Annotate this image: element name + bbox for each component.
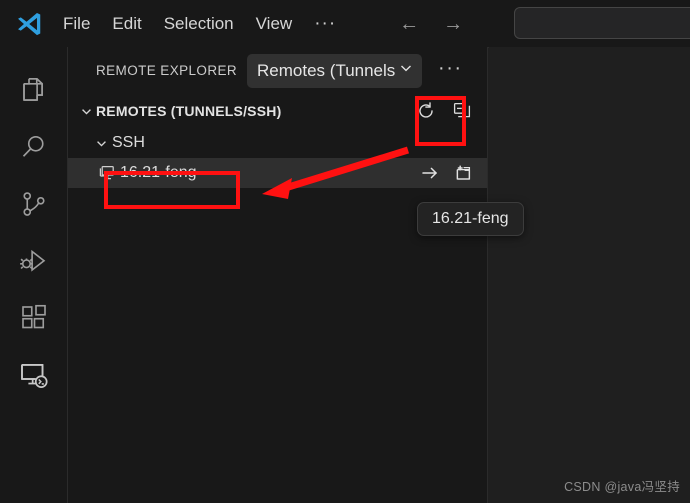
page-title: REMOTE EXPLORER (96, 63, 238, 78)
menu-item-edit[interactable]: Edit (101, 11, 152, 36)
annotation-box-tree-item (104, 171, 240, 209)
sidebar-item-explorer[interactable] (0, 61, 68, 118)
run-and-debug-icon (19, 246, 49, 276)
sidebar-item-source-control[interactable] (0, 175, 68, 232)
menu-item-selection[interactable]: Selection (153, 11, 245, 36)
explorer-files-icon (19, 75, 49, 105)
chevron-down-icon (90, 136, 112, 151)
search-icon (19, 132, 49, 162)
command-center-input[interactable] (514, 7, 690, 39)
tree-row-actions (419, 158, 475, 188)
remote-explorer-monitor-icon (18, 359, 50, 391)
editor-area (489, 47, 690, 503)
sidebar-item-extensions[interactable] (0, 289, 68, 346)
title-bar: File Edit Selection View ··· ← → (0, 0, 690, 48)
menu-item-view[interactable]: View (245, 11, 304, 36)
tree-item-label: SSH (112, 134, 145, 151)
sidebar-item-remote-explorer[interactable] (0, 346, 68, 403)
connect-arrow-icon[interactable] (419, 162, 441, 184)
more-actions-icon[interactable]: ··· (438, 58, 462, 84)
vscode-window: File Edit Selection View ··· ← → REMOTE … (0, 0, 690, 503)
navigation-arrows: ← → (399, 14, 463, 34)
section-title: REMOTES (TUNNELS/SSH) (96, 103, 282, 119)
arrow-right-icon[interactable]: → (443, 14, 463, 34)
sidebar-item-search[interactable] (0, 118, 68, 175)
activity-bar (0, 47, 68, 503)
annotation-box-refresh (415, 96, 466, 146)
sidebar-header: REMOTE EXPLORER Remotes (Tunnels ··· (68, 47, 487, 94)
source-control-branch-icon (19, 189, 49, 219)
hover-tooltip: 16.21-feng (417, 202, 524, 236)
chevron-down-icon (398, 60, 414, 81)
connect-new-window-icon[interactable] (453, 162, 475, 184)
menu-item-file[interactable]: File (52, 11, 101, 36)
watermark-text: CSDN @java冯坚持 (564, 480, 680, 494)
arrow-left-icon[interactable]: ← (399, 14, 419, 34)
sidebar-item-run-debug[interactable] (0, 232, 68, 289)
vscode-logo-icon (12, 7, 46, 41)
remotes-view-dropdown[interactable]: Remotes (Tunnels (247, 53, 423, 88)
menu-bar: File Edit Selection View ··· (52, 0, 347, 47)
remotes-dropdown-label: Remotes (Tunnels (257, 60, 396, 80)
menu-item-more[interactable]: ··· (303, 14, 347, 33)
extensions-blocks-icon (19, 303, 49, 333)
chevron-down-icon (76, 104, 96, 119)
